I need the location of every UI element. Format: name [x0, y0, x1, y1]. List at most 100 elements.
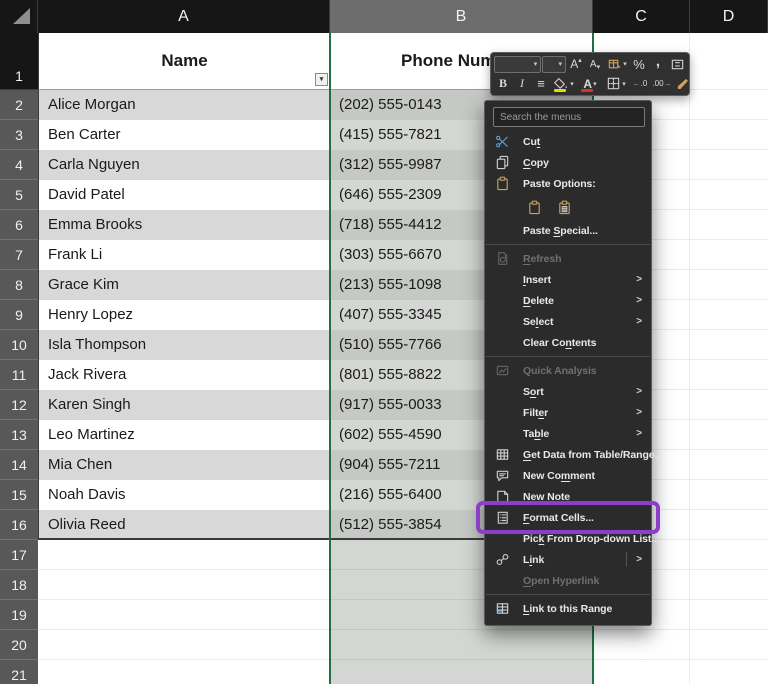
cell-D4[interactable]: [690, 150, 768, 180]
cell-D21[interactable]: [690, 660, 768, 684]
cell-A2-name[interactable]: Alice Morgan: [38, 90, 330, 120]
row-header-20[interactable]: 20: [0, 630, 38, 660]
menu-item-format-cells[interactable]: Format Cells...: [485, 507, 651, 528]
cell-D20[interactable]: [690, 630, 768, 660]
cell-A16-name[interactable]: Olivia Reed: [38, 510, 330, 540]
menu-item-paste-special[interactable]: Paste Special...: [485, 220, 651, 241]
row-header-10[interactable]: 10: [0, 330, 38, 360]
menu-item-clear-contents[interactable]: Clear Contents: [485, 332, 651, 353]
cell-D8[interactable]: [690, 270, 768, 300]
column-header-B[interactable]: B: [330, 0, 593, 33]
cell-D15[interactable]: [690, 480, 768, 510]
cell-A18[interactable]: [38, 570, 330, 600]
cell-D13[interactable]: [690, 420, 768, 450]
cell-A1-name-header[interactable]: Name▾: [38, 33, 330, 90]
select-all-corner[interactable]: [0, 0, 38, 33]
cell-A20[interactable]: [38, 630, 330, 660]
cell-C20[interactable]: [593, 630, 690, 660]
menu-item-link-to-this-range[interactable]: Link to this Range: [485, 598, 651, 619]
cell-D3[interactable]: [690, 120, 768, 150]
cell-D10[interactable]: [690, 330, 768, 360]
row-header-9[interactable]: 9: [0, 300, 38, 330]
row-header-19[interactable]: 19: [0, 600, 38, 630]
row-header-15[interactable]: 15: [0, 480, 38, 510]
cell-D11[interactable]: [690, 360, 768, 390]
column-header-A[interactable]: A: [38, 0, 330, 33]
column-header-D[interactable]: D: [690, 0, 768, 33]
row-header-16[interactable]: 16: [0, 510, 38, 540]
cell-A17[interactable]: [38, 540, 330, 570]
row-header-13[interactable]: 13: [0, 420, 38, 450]
row-header-2[interactable]: 2: [0, 90, 38, 120]
cell-A12-name[interactable]: Karen Singh: [38, 390, 330, 420]
cell-D2[interactable]: [690, 90, 768, 120]
row-header-8[interactable]: 8: [0, 270, 38, 300]
comma-style-button[interactable]: ,: [649, 55, 667, 73]
paste-clipboard-button[interactable]: [523, 197, 545, 217]
cell-A15-name[interactable]: Noah Davis: [38, 480, 330, 510]
cell-B20[interactable]: [330, 630, 593, 660]
row-header-7[interactable]: 7: [0, 240, 38, 270]
cell-A5-name[interactable]: David Patel: [38, 180, 330, 210]
row-header-21[interactable]: 21: [0, 660, 38, 684]
cell-D12[interactable]: [690, 390, 768, 420]
format-painter-button[interactable]: [674, 75, 692, 93]
menu-item-delete[interactable]: Delete>: [485, 290, 651, 311]
cell-D5[interactable]: [690, 180, 768, 210]
cell-C21[interactable]: [593, 660, 690, 684]
menu-item-copy[interactable]: Copy: [485, 152, 651, 173]
cell-A14-name[interactable]: Mia Chen: [38, 450, 330, 480]
cell-styles-button[interactable]: ▾: [605, 55, 629, 73]
row-header-14[interactable]: 14: [0, 450, 38, 480]
menu-item-insert[interactable]: Insert>: [485, 269, 651, 290]
column-header-C[interactable]: C: [593, 0, 690, 33]
menu-item-paste-options[interactable]: Paste Options:: [485, 173, 651, 194]
cell-B21[interactable]: [330, 660, 593, 684]
paste-special-doc-button[interactable]: [553, 197, 575, 217]
cell-D7[interactable]: [690, 240, 768, 270]
font-name-dropdown[interactable]: ▾: [494, 56, 541, 73]
cell-D19[interactable]: [690, 600, 768, 630]
menu-item-filter[interactable]: Filter>: [485, 402, 651, 423]
row-header-6[interactable]: 6: [0, 210, 38, 240]
row-header-12[interactable]: 12: [0, 390, 38, 420]
menu-item-new-comment[interactable]: New Comment: [485, 465, 651, 486]
menu-item-get-data-from-table-range[interactable]: Get Data from Table/Range...: [485, 444, 651, 465]
row-header-4[interactable]: 4: [0, 150, 38, 180]
increase-decimal-button[interactable]: ←.0: [630, 75, 650, 93]
cell-D16[interactable]: [690, 510, 768, 540]
cell-A8-name[interactable]: Grace Kim: [38, 270, 330, 300]
cell-D1[interactable]: [690, 33, 768, 90]
font-color-button[interactable]: A▾: [578, 75, 602, 93]
cell-D9[interactable]: [690, 300, 768, 330]
menu-item-sort[interactable]: Sort>: [485, 381, 651, 402]
grow-font-button[interactable]: A▴: [567, 55, 585, 73]
filter-dropdown-button[interactable]: ▾: [315, 73, 328, 86]
menu-item-cut[interactable]: Cut: [485, 131, 651, 152]
row-header-18[interactable]: 18: [0, 570, 38, 600]
row-header-11[interactable]: 11: [0, 360, 38, 390]
row-header-3[interactable]: 3: [0, 120, 38, 150]
italic-button[interactable]: I: [513, 75, 531, 93]
align-lines-button[interactable]: ≡: [532, 75, 550, 93]
shrink-font-button[interactable]: A▾: [586, 55, 604, 73]
cell-A10-name[interactable]: Isla Thompson: [38, 330, 330, 360]
menu-item-select[interactable]: Select>: [485, 311, 651, 332]
menu-item-table[interactable]: Table>: [485, 423, 651, 444]
cell-A13-name[interactable]: Leo Martinez: [38, 420, 330, 450]
row-header-5[interactable]: 5: [0, 180, 38, 210]
bold-button[interactable]: B: [494, 75, 512, 93]
decrease-decimal-button[interactable]: .00→: [651, 75, 673, 93]
cell-A7-name[interactable]: Frank Li: [38, 240, 330, 270]
menu-item-link[interactable]: Link>: [485, 549, 651, 570]
cell-A4-name[interactable]: Carla Nguyen: [38, 150, 330, 180]
row-header-17[interactable]: 17: [0, 540, 38, 570]
cell-A11-name[interactable]: Jack Rivera: [38, 360, 330, 390]
cell-A19[interactable]: [38, 600, 330, 630]
cell-A6-name[interactable]: Emma Brooks: [38, 210, 330, 240]
cell-A3-name[interactable]: Ben Carter: [38, 120, 330, 150]
merge-cells-button[interactable]: [668, 55, 686, 73]
menu-item-new-note[interactable]: New Note: [485, 486, 651, 507]
borders-button[interactable]: ▾: [603, 75, 629, 93]
cell-A9-name[interactable]: Henry Lopez: [38, 300, 330, 330]
